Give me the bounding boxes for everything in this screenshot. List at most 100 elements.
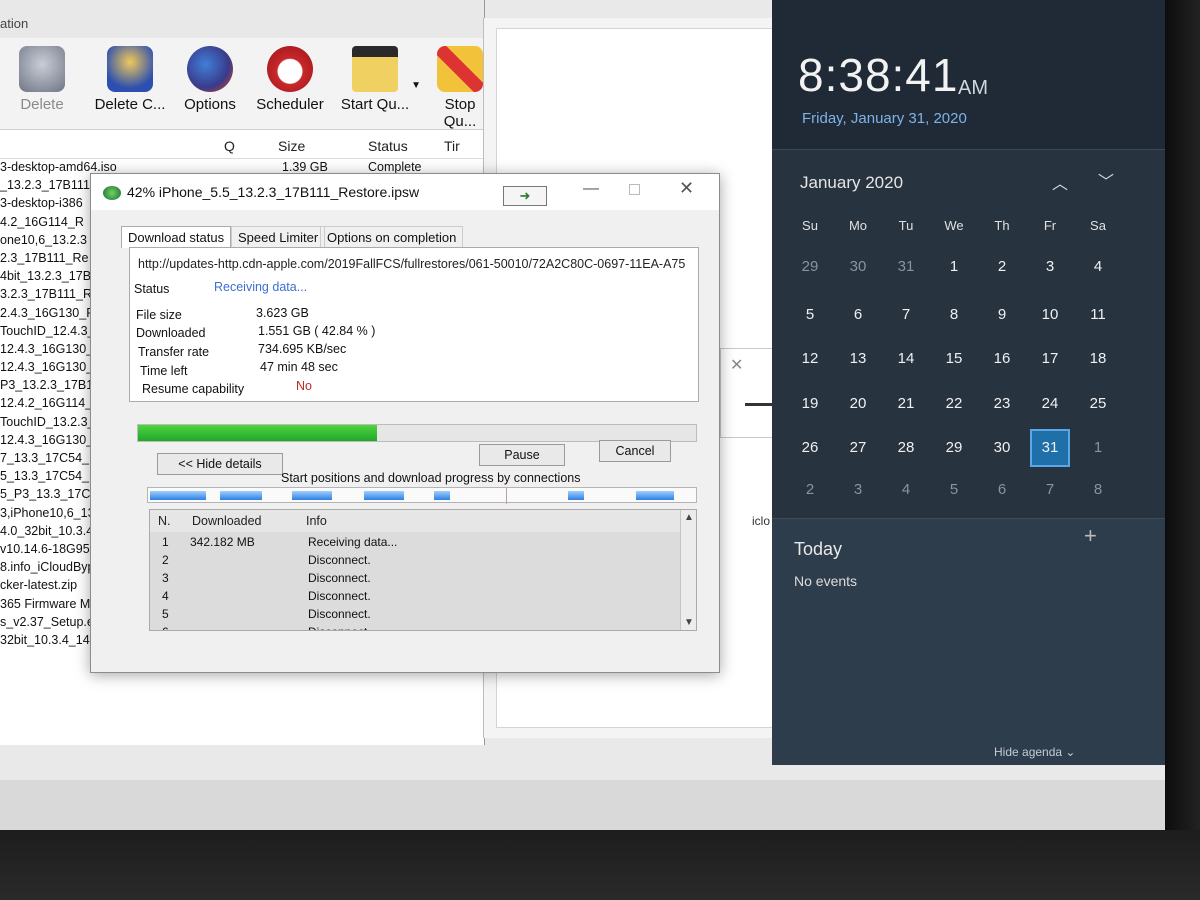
calendar-day[interactable]: 2 bbox=[790, 481, 830, 498]
calendar-day[interactable]: 5 bbox=[790, 306, 830, 323]
weekday-label: We bbox=[944, 218, 964, 233]
calendar-day[interactable]: 6 bbox=[982, 481, 1022, 498]
calendar-month-title[interactable]: January 2020 bbox=[800, 173, 903, 193]
connection-row[interactable]: 5 Disconnect. bbox=[150, 605, 680, 623]
calendar-day[interactable]: 5 bbox=[934, 481, 974, 498]
calendar-day[interactable]: 3 bbox=[1030, 258, 1070, 275]
file-name: one10,6_13.2.3 bbox=[0, 232, 87, 247]
calendar-day[interactable]: 14 bbox=[886, 350, 926, 367]
calendar-day[interactable]: 27 bbox=[838, 439, 878, 456]
connection-row[interactable]: 1 342.182 MB Receiving data... bbox=[150, 533, 680, 551]
calendar-day[interactable]: 22 bbox=[934, 395, 974, 412]
calendar-day[interactable]: 29 bbox=[790, 258, 830, 275]
resume-capability-value: No bbox=[296, 379, 312, 393]
calendar-day[interactable]: 18 bbox=[1078, 350, 1118, 367]
chevron-down-icon[interactable]: ▼ bbox=[684, 617, 694, 628]
connections-scrollbar[interactable]: ▲ ▼ bbox=[680, 510, 696, 630]
column-q[interactable]: Q bbox=[224, 138, 235, 154]
calendar-day[interactable]: 8 bbox=[1078, 481, 1118, 498]
connection-number: 2 bbox=[162, 553, 169, 567]
delete-completed-button[interactable]: Delete C... bbox=[90, 46, 170, 113]
calendar-day[interactable]: 29 bbox=[934, 439, 974, 456]
tab-options-on-completion[interactable]: Options on completion bbox=[320, 226, 464, 248]
calendar-day[interactable]: 6 bbox=[838, 306, 878, 323]
connection-row[interactable]: 3 Disconnect. bbox=[150, 569, 680, 587]
status-label: Status bbox=[134, 282, 170, 296]
column-size[interactable]: Size bbox=[278, 138, 305, 154]
clock-ampm: AM bbox=[958, 77, 988, 99]
calendar-day[interactable]: 30 bbox=[838, 258, 878, 275]
calendar-day-today[interactable]: 31 bbox=[1030, 429, 1070, 467]
calendar-day[interactable]: 1 bbox=[1078, 439, 1118, 456]
calendar-day[interactable]: 17 bbox=[1030, 350, 1070, 367]
calendar-day[interactable]: 31 bbox=[886, 258, 926, 275]
delete-button[interactable]: Delete bbox=[12, 46, 72, 113]
start-queue-button[interactable]: Start Qu... ▼ bbox=[335, 46, 421, 113]
minimize-to-tray-button[interactable]: ➜ bbox=[503, 186, 547, 206]
calendar-day[interactable]: 7 bbox=[886, 306, 926, 323]
calendar-day[interactable]: 10 bbox=[1030, 306, 1070, 323]
calendar-day[interactable]: 23 bbox=[982, 395, 1022, 412]
calendar-day[interactable]: 2 bbox=[982, 258, 1022, 275]
connection-row[interactable]: 6 Disconnect. bbox=[150, 623, 680, 630]
calendar-day[interactable]: 9 bbox=[982, 306, 1022, 323]
file-name: P3_13.2.3_17B11 bbox=[0, 378, 100, 393]
close-icon[interactable]: ✕ bbox=[730, 355, 743, 375]
calendar-day[interactable]: 25 bbox=[1078, 395, 1118, 412]
stop-queue-button[interactable]: Stop Qu... bbox=[430, 46, 490, 130]
column-n: N. bbox=[158, 514, 171, 528]
start-queue-label: Start Qu... bbox=[340, 96, 410, 113]
calendar-day[interactable]: 15 bbox=[934, 350, 974, 367]
pause-button[interactable]: Pause bbox=[479, 444, 565, 466]
connection-info: Disconnect. bbox=[308, 607, 371, 621]
cancel-button[interactable]: Cancel bbox=[599, 440, 671, 462]
close-button[interactable]: ✕ bbox=[679, 178, 694, 199]
download-dialog: 42% iPhone_5.5_13.2.3_17B111_Restore.ips… bbox=[90, 173, 720, 673]
calendar-day[interactable]: 7 bbox=[1030, 481, 1070, 498]
minimize-button[interactable]: — bbox=[583, 180, 599, 198]
calendar-day[interactable]: 1 bbox=[934, 258, 974, 275]
calendar-day[interactable]: 21 bbox=[886, 395, 926, 412]
resume-capability-label: Resume capability bbox=[142, 382, 245, 396]
trash-icon bbox=[19, 46, 65, 92]
connection-row[interactable]: 2 Disconnect. bbox=[150, 551, 680, 569]
column-time[interactable]: Tir bbox=[444, 138, 460, 154]
connection-number: 3 bbox=[162, 571, 169, 585]
chevron-down-icon[interactable]: ▼ bbox=[411, 80, 421, 91]
calendar-day[interactable]: 16 bbox=[982, 350, 1022, 367]
connection-start-marker bbox=[506, 488, 507, 504]
calendar-day[interactable]: 30 bbox=[982, 439, 1022, 456]
calendar-day[interactable]: 20 bbox=[838, 395, 878, 412]
add-event-button[interactable]: + bbox=[1084, 523, 1097, 549]
calendar-day[interactable]: 4 bbox=[886, 481, 926, 498]
calendar-day[interactable]: 8 bbox=[934, 306, 974, 323]
calendar-day[interactable]: 4 bbox=[1078, 258, 1118, 275]
maximize-button[interactable] bbox=[629, 184, 640, 195]
calendar-day[interactable]: 28 bbox=[886, 439, 926, 456]
scheduler-button[interactable]: Scheduler bbox=[252, 46, 328, 113]
options-button[interactable]: Options bbox=[178, 46, 242, 113]
calendar-day[interactable]: 11 bbox=[1078, 306, 1118, 323]
column-status[interactable]: Status bbox=[368, 138, 408, 154]
time-left-label: Time left bbox=[140, 364, 188, 378]
calendar-day[interactable]: 19 bbox=[790, 395, 830, 412]
connections-table: N. Downloaded Info 1 342.182 MB Receiving … bbox=[149, 509, 697, 631]
chevron-up-icon[interactable]: ▲ bbox=[684, 512, 694, 523]
connection-row[interactable]: 4 Disconnect. bbox=[150, 587, 680, 605]
clock-calendar-flyout: 8:38:41 AM Friday, January 31, 2020 Janu… bbox=[772, 0, 1165, 765]
calendar-day[interactable]: 12 bbox=[790, 350, 830, 367]
laptop-bezel-right bbox=[1165, 0, 1200, 840]
chevron-down-icon[interactable]: ﹀ bbox=[1098, 168, 1114, 192]
hide-agenda-button[interactable]: Hide agenda ⌄ bbox=[994, 745, 1075, 759]
calendar-day[interactable]: 3 bbox=[838, 481, 878, 498]
chevron-up-icon[interactable]: ︿ bbox=[1052, 170, 1068, 194]
divider bbox=[745, 403, 775, 406]
calendar-day[interactable]: 24 bbox=[1030, 395, 1070, 412]
tab-speed-limiter[interactable]: Speed Limiter bbox=[231, 226, 326, 248]
hide-details-button[interactable]: << Hide details bbox=[157, 453, 283, 475]
tab-download-status[interactable]: Download status bbox=[121, 226, 232, 248]
file-name: 3.2.3_17B111_Re bbox=[0, 287, 99, 302]
calendar-day[interactable]: 13 bbox=[838, 350, 878, 367]
calendar-day[interactable]: 26 bbox=[790, 439, 830, 456]
clock-date-link[interactable]: Friday, January 31, 2020 bbox=[802, 110, 967, 127]
